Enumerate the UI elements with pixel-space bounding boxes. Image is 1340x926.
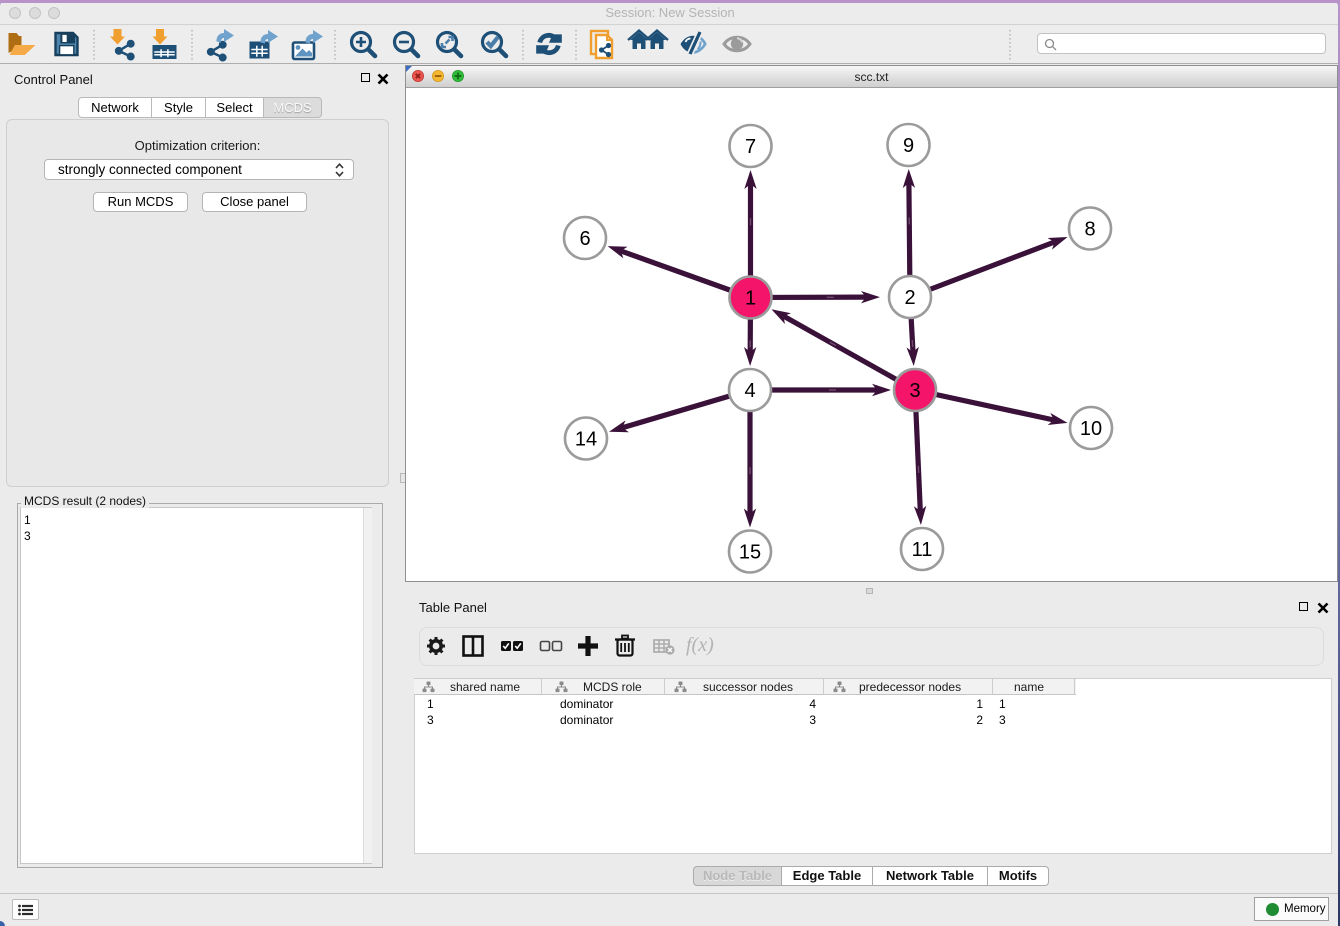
svg-text:4: 4 bbox=[744, 380, 755, 402]
svg-text:9: 9 bbox=[903, 135, 914, 157]
svg-text:2: 2 bbox=[904, 287, 915, 309]
svg-text:1: 1 bbox=[745, 288, 756, 310]
svg-text:10: 10 bbox=[1080, 418, 1102, 440]
svg-text:15: 15 bbox=[739, 542, 761, 564]
svg-text:7: 7 bbox=[745, 136, 756, 158]
svg-text:11: 11 bbox=[912, 539, 933, 561]
svg-text:14: 14 bbox=[575, 429, 597, 451]
svg-text:3: 3 bbox=[909, 380, 920, 402]
svg-text:6: 6 bbox=[579, 228, 590, 250]
svg-text:8: 8 bbox=[1084, 219, 1095, 241]
